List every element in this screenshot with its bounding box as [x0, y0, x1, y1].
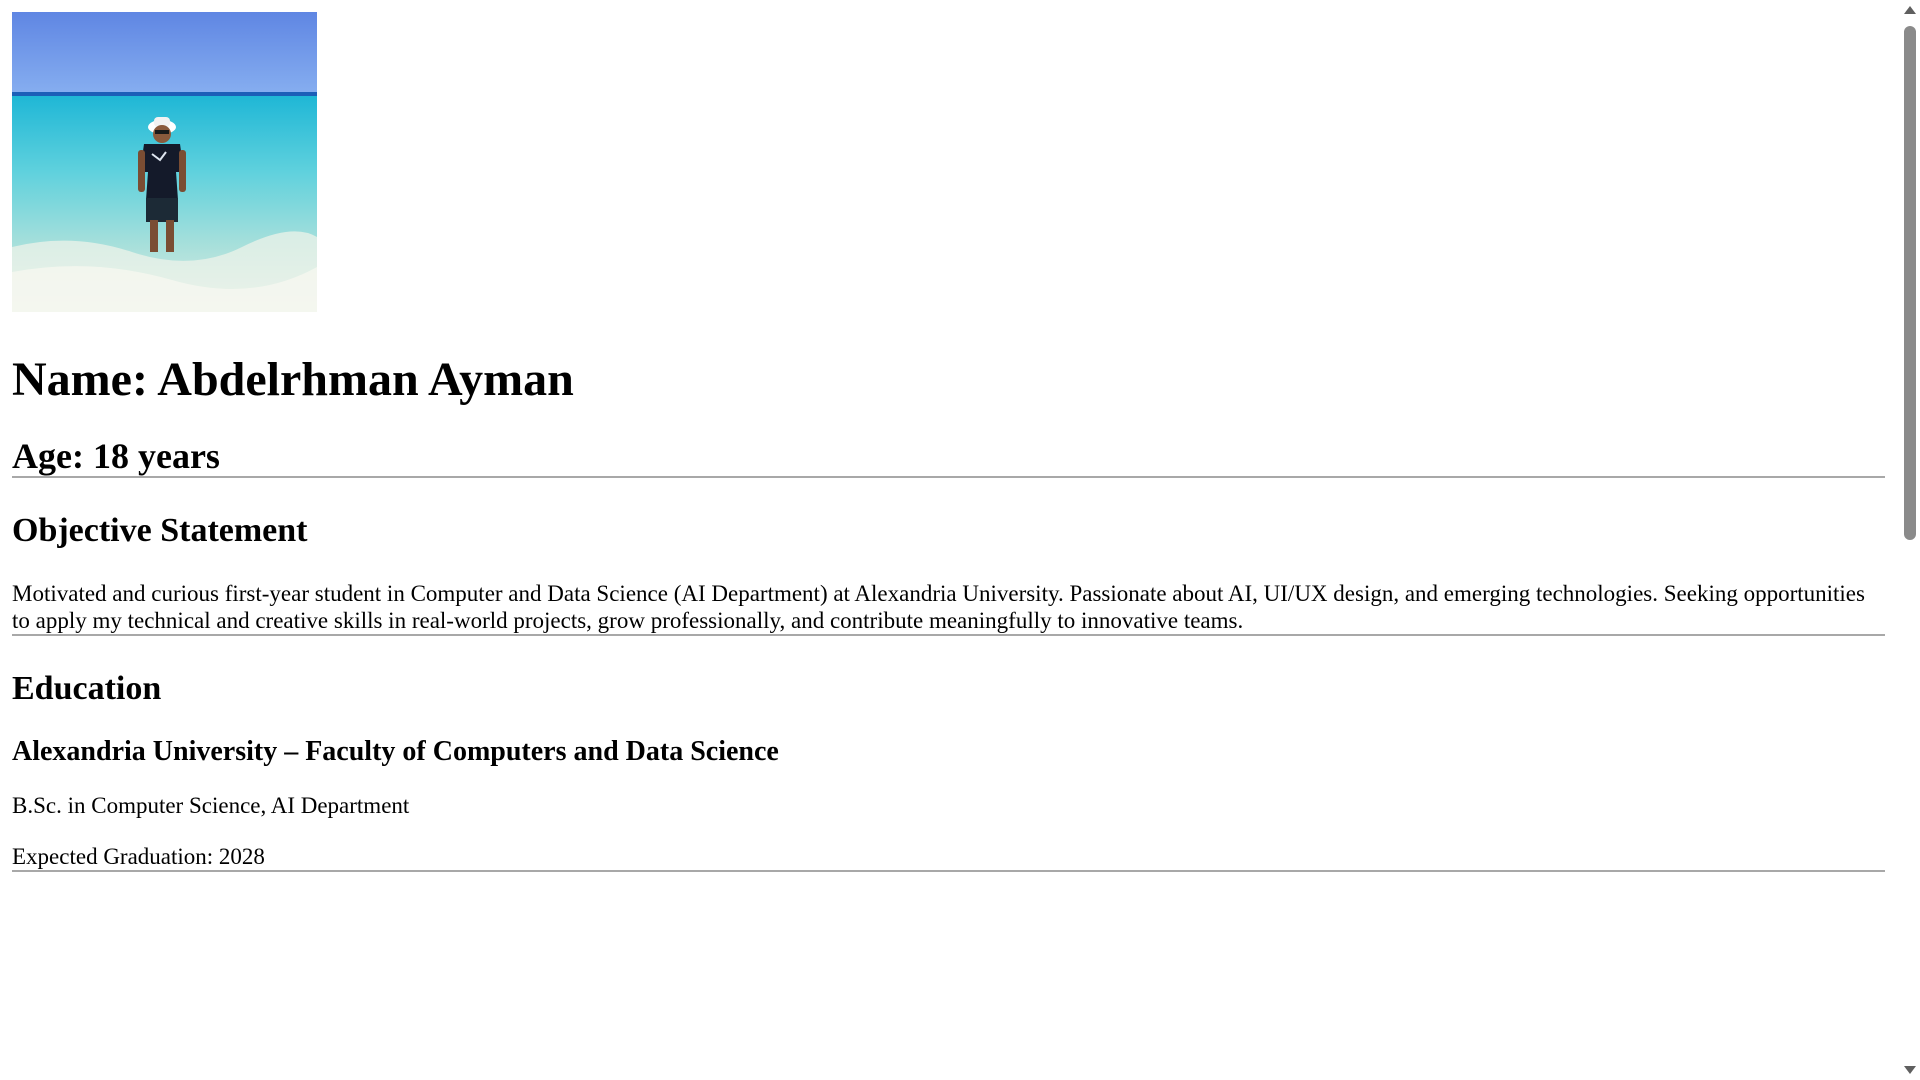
resume-page: Name: Abdelrhman Ayman Age: 18 years Obj…	[0, 0, 1900, 1080]
education-degree: B.Sc. in Computer Science, AI Department	[12, 792, 410, 818]
arrow-down-icon[interactable]	[1904, 1066, 1916, 1074]
objective-text: Motivated and curious first-year student…	[12, 580, 1865, 633]
objective-heading: Objective Statement	[12, 512, 308, 550]
education-school: Alexandria University – Faculty of Compu…	[12, 736, 779, 768]
section-divider	[12, 633, 1885, 636]
profile-age: Age: 18 years	[12, 435, 220, 476]
profile-photo-image	[12, 12, 317, 312]
education-graduation: Expected Graduation: 2028	[12, 843, 265, 869]
profile-photo	[12, 12, 317, 312]
section-divider	[12, 869, 1885, 872]
education-heading: Education	[12, 669, 162, 707]
scrollbar-thumb[interactable]	[1904, 26, 1916, 540]
profile-name: Name: Abdelrhman Ayman	[12, 353, 574, 406]
arrow-up-icon[interactable]	[1904, 6, 1916, 14]
resume-content: Name: Abdelrhman Ayman Age: 18 years Obj…	[0, 0, 1900, 872]
vertical-scrollbar[interactable]	[1900, 0, 1920, 1080]
section-divider	[12, 476, 1885, 479]
